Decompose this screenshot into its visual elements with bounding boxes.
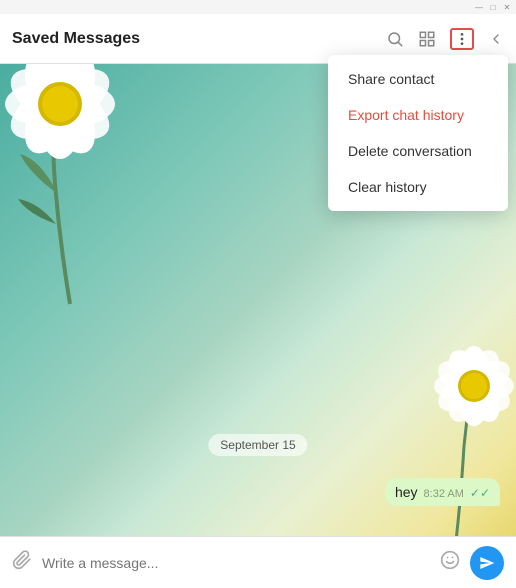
emoji-icon[interactable] — [440, 550, 460, 576]
layout-icon[interactable] — [418, 30, 436, 48]
header-icons — [386, 28, 504, 50]
date-badge: September 15 — [208, 434, 307, 456]
send-button[interactable] — [470, 546, 504, 580]
message-bubble: hey 8:32 AM ✓✓ — [385, 478, 500, 506]
menu-item-export-chat[interactable]: Export chat history — [328, 97, 508, 133]
message-read-tick: ✓✓ — [470, 486, 490, 500]
maximize-button[interactable]: □ — [488, 2, 498, 12]
window-controls: — □ ✕ — [474, 2, 512, 12]
close-button[interactable]: ✕ — [502, 2, 512, 12]
back-icon[interactable] — [488, 31, 504, 47]
flower-right-decoration — [356, 346, 516, 536]
message-time: 8:32 AM — [424, 488, 464, 500]
message-input[interactable] — [42, 555, 430, 571]
menu-item-clear-history[interactable]: Clear history — [328, 169, 508, 205]
context-menu: Share contact Export chat history Delete… — [328, 55, 508, 211]
menu-item-share-contact[interactable]: Share contact — [328, 61, 508, 97]
message-text: hey — [395, 484, 418, 500]
attachment-icon[interactable] — [12, 550, 32, 576]
input-bar — [0, 536, 516, 588]
search-icon[interactable] — [386, 30, 404, 48]
title-bar: — □ ✕ — [0, 0, 516, 14]
minimize-button[interactable]: — — [474, 2, 484, 12]
flower-left-decoration — [0, 64, 210, 324]
menu-item-delete-conversation[interactable]: Delete conversation — [328, 133, 508, 169]
chat-title: Saved Messages — [12, 30, 386, 48]
more-options-icon[interactable] — [450, 28, 474, 50]
